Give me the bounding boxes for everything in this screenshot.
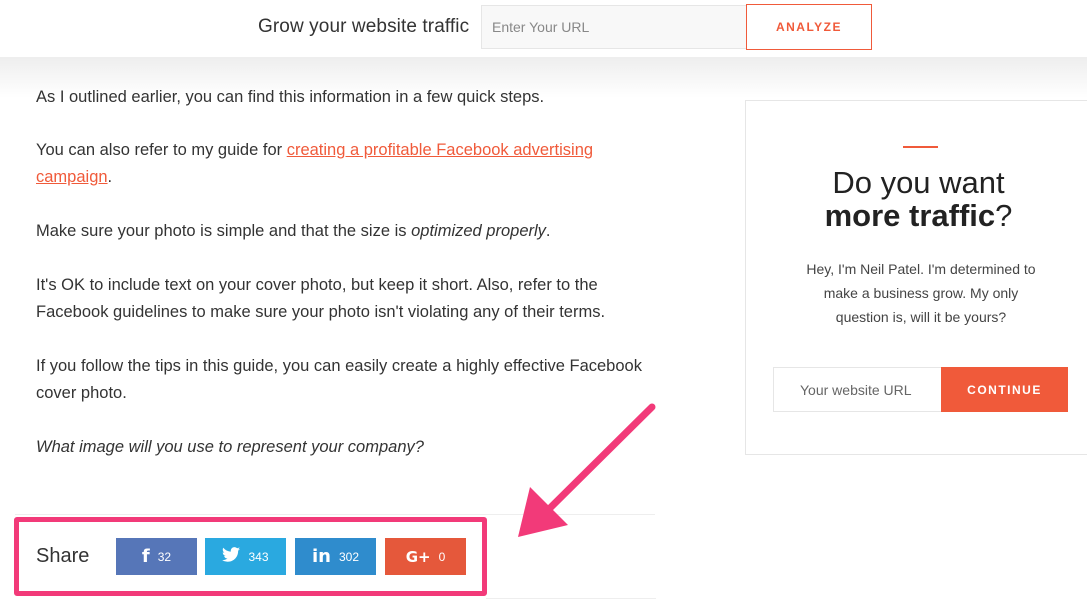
card-heading-bold: more traffic? — [746, 198, 1087, 234]
top-bar-title: Grow your website traffic — [258, 16, 470, 37]
accent-rule — [903, 146, 938, 148]
analyze-button[interactable]: ANALYZE — [746, 4, 872, 50]
url-input[interactable] — [481, 5, 747, 49]
paragraph-text: You can also refer to my guide for — [36, 141, 287, 159]
heading-bold-text: more traffic — [824, 198, 996, 233]
card-heading: Do you want — [832, 165, 1005, 200]
paragraph-text: . — [107, 168, 113, 186]
traffic-signup-card: Do you want more traffic? Hey, I'm Neil … — [745, 100, 1087, 455]
emphasis-text: optimized properly — [411, 222, 546, 240]
website-url-input[interactable] — [773, 367, 943, 412]
annotation-arrow-icon — [518, 403, 656, 537]
continue-button[interactable]: CONTINUE — [941, 367, 1068, 412]
article-paragraph: Make sure your photo is simple and that … — [36, 218, 666, 245]
article-paragraph: It's OK to include text on your cover ph… — [36, 276, 606, 321]
article-paragraph: As I outlined earlier, you can find this… — [36, 88, 545, 106]
top-bar: Grow your website traffic ANALYZE — [0, 0, 1087, 58]
heading-question-mark: ? — [995, 198, 1013, 233]
card-description: Hey, I'm Neil Patel. I'm determined to m… — [806, 261, 1036, 325]
paragraph-text: . — [545, 222, 551, 240]
paragraph-text: Make sure your photo is simple and that … — [36, 222, 412, 240]
divider — [486, 598, 656, 599]
article-paragraph: You can also refer to my guide for creat… — [36, 137, 666, 191]
annotation-highlight-box — [14, 517, 487, 596]
